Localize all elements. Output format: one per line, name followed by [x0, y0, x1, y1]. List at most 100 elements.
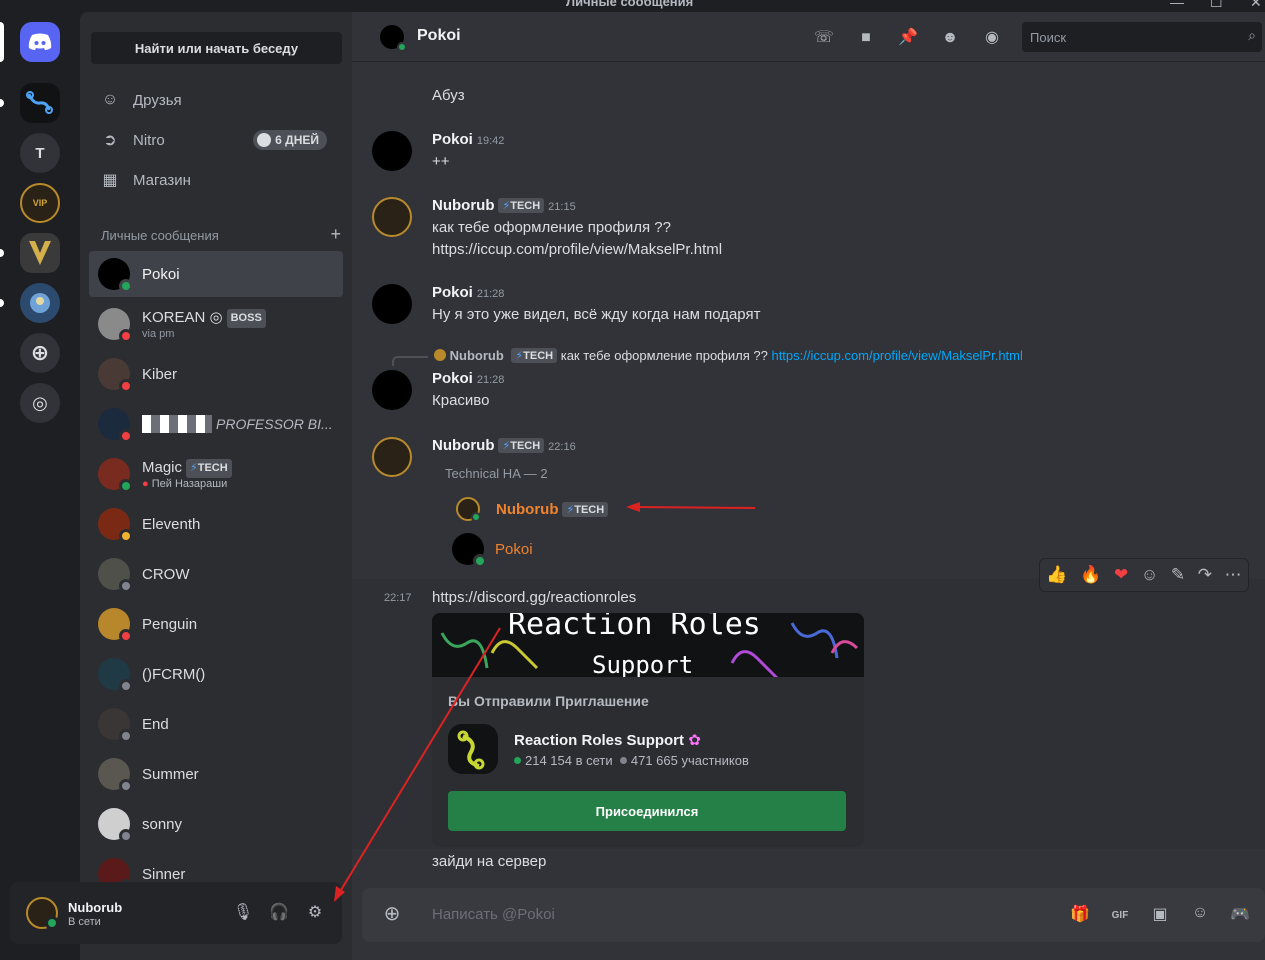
role-tag: ⚡TECH: [511, 348, 558, 363]
server-icon-champion[interactable]: [20, 283, 60, 323]
microphone-icon[interactable]: 🎙: [232, 902, 254, 924]
find-conversation-button[interactable]: Найти или начать беседу: [91, 32, 342, 64]
fire-reaction-icon[interactable]: 🔥: [1080, 565, 1101, 585]
message-timestamp: 21:28: [476, 374, 505, 386]
edit-icon[interactable]: ✎: [1171, 565, 1185, 585]
bolt-icon: ⚡: [515, 350, 524, 362]
message-author[interactable]: Pokoi: [432, 370, 473, 387]
dm-section-header: Личные сообщения +: [101, 225, 341, 243]
user-profile-icon[interactable]: ◉: [980, 26, 1004, 50]
nav-shop[interactable]: ▦ Магазин: [89, 160, 343, 200]
banner-subtitle: Support: [592, 651, 694, 677]
avatar[interactable]: [372, 437, 412, 477]
nav-shop-label: Магазин: [133, 171, 191, 189]
dm-item-summer[interactable]: Summer: [89, 751, 343, 797]
forward-icon[interactable]: ↷: [1198, 565, 1212, 585]
user-panel: Nuborub В сети 🎙 🎧 ⚙: [10, 882, 342, 944]
status-offline-icon: [119, 779, 133, 793]
avatar: [98, 658, 133, 693]
create-dm-icon[interactable]: +: [330, 225, 341, 243]
avatar[interactable]: [372, 131, 412, 171]
server-counts: 214 154 в сети 471 665 участников: [514, 753, 749, 768]
role-tag: ⚡TECH: [186, 458, 232, 478]
pin-icon[interactable]: 📌: [896, 26, 920, 50]
recipient-name[interactable]: Pokoi: [417, 27, 461, 45]
avatar[interactable]: [372, 284, 412, 324]
more-options-icon[interactable]: ⋯: [1225, 565, 1242, 585]
dm-item-fcrm[interactable]: ()FCRM(): [89, 651, 343, 697]
headphones-icon[interactable]: 🎧: [268, 902, 290, 924]
nav-nitro[interactable]: ➲ Nitro 6 ДНЕЙ: [89, 120, 343, 160]
video-call-icon[interactable]: ■: [854, 26, 878, 50]
dm-item-korean[interactable]: KOREAN ◎ BOSS via pm: [89, 301, 343, 347]
nav-friends[interactable]: ☺ Друзья: [89, 80, 343, 120]
message-link[interactable]: https://iccup.com/profile/view/MakselPr.…: [432, 241, 722, 258]
name-decoration: [142, 415, 212, 433]
avatar: [452, 533, 487, 568]
gift-icon[interactable]: 🎁: [1068, 904, 1092, 928]
heart-reaction-icon[interactable]: ❤: [1114, 565, 1128, 585]
embed-server-name[interactable]: Reaction Roles Support ✿: [514, 731, 701, 749]
message-composer[interactable]: ⊕ Написать @Pokoi 🎁 GIF ▣ ☺ 🎮: [362, 888, 1265, 942]
clock-icon: [257, 133, 272, 147]
dm-item-professor[interactable]: PROFESSOR BI...: [89, 401, 343, 447]
server-icon-vip[interactable]: VIP: [20, 183, 60, 223]
reply-preview[interactable]: Nuborub ⚡TECH как тебе оформление профил…: [434, 348, 1023, 363]
apps-gamepad-icon[interactable]: 🎮: [1228, 904, 1252, 928]
sticker-icon[interactable]: ▣: [1148, 904, 1172, 928]
joined-button[interactable]: Присоединился: [448, 791, 846, 831]
invite-banner: Reaction Roles Support: [432, 613, 864, 677]
server-icon-t[interactable]: T: [20, 133, 60, 173]
thumbs-up-reaction-icon[interactable]: 👍: [1046, 565, 1067, 585]
dm-item-magic[interactable]: Magic ⚡TECH ● Пей Назараши: [89, 451, 343, 497]
message-author[interactable]: Nuborub: [432, 437, 494, 454]
message-author[interactable]: Nuborub: [432, 197, 494, 214]
settings-gear-icon[interactable]: ⚙: [304, 902, 326, 924]
thread-title[interactable]: Technical HA — 2: [445, 466, 548, 481]
dm-item-eleventh[interactable]: Eleventh: [89, 501, 343, 547]
thread-participant[interactable]: Nuborub ⚡TECH: [456, 497, 609, 522]
avatar: [456, 497, 481, 522]
status-offline-icon: [119, 679, 133, 693]
add-server-icon[interactable]: ⊕: [20, 333, 60, 373]
dm-item-penguin[interactable]: Penguin: [89, 601, 343, 647]
server-icon-emblem[interactable]: [20, 233, 60, 273]
server-icon[interactable]: [448, 724, 498, 774]
message-link[interactable]: https://discord.gg/reactionroles: [432, 589, 636, 606]
dm-item-pokoi[interactable]: Pokoi: [89, 251, 343, 297]
maximize-icon[interactable]: ☐: [1210, 0, 1223, 11]
dm-item-kiber[interactable]: Kiber: [89, 351, 343, 397]
avatar: [98, 308, 133, 343]
avatar[interactable]: [372, 197, 412, 237]
server-icon-reaction[interactable]: [20, 83, 60, 123]
gif-icon[interactable]: GIF: [1108, 904, 1132, 928]
dm-item-sonny[interactable]: sonny: [89, 801, 343, 847]
attach-plus-icon[interactable]: ⊕: [380, 901, 404, 925]
dm-sidebar: Найти или начать беседу ☺ Друзья ➲ Nitro…: [80, 12, 352, 960]
user-avatar[interactable]: [26, 897, 59, 930]
message-actions-bar: 👍 🔥 ❤ ☺ ✎ ↷ ⋯: [1039, 558, 1249, 592]
role-tag-text: TECH: [510, 440, 541, 452]
banner-title: Reaction Roles: [508, 613, 761, 642]
close-icon[interactable]: ✕: [1250, 0, 1262, 11]
unread-indicator: [0, 249, 4, 257]
explore-icon[interactable]: ◎: [20, 383, 60, 423]
status-online-icon: [471, 512, 481, 522]
chat-search-input[interactable]: Поиск ⌕: [1022, 22, 1262, 52]
add-friends-icon[interactable]: ☻: [938, 26, 962, 50]
invite-title: Вы Отправили Приглашение: [448, 693, 649, 709]
dm-item-end[interactable]: End: [89, 701, 343, 747]
add-reaction-icon[interactable]: ☺: [1141, 565, 1158, 585]
discord-home-icon[interactable]: [20, 22, 60, 62]
avatar[interactable]: [372, 370, 412, 410]
voice-call-icon[interactable]: ☏: [812, 26, 836, 50]
dm-item-crow[interactable]: CROW: [89, 551, 343, 597]
friends-icon: ☺: [101, 91, 119, 108]
message-author[interactable]: Pokoi: [432, 284, 473, 301]
message-list: Абуз Pokoi 19:42 ++ Nuborub ⚡TECH 21:15 как…: [352, 63, 1265, 888]
search-placeholder: Поиск: [1030, 30, 1067, 45]
minimize-icon[interactable]: —: [1170, 0, 1184, 10]
emoji-icon[interactable]: ☺: [1188, 904, 1212, 928]
thread-participant[interactable]: Pokoi: [452, 533, 533, 568]
message-author[interactable]: Pokoi: [432, 131, 473, 148]
